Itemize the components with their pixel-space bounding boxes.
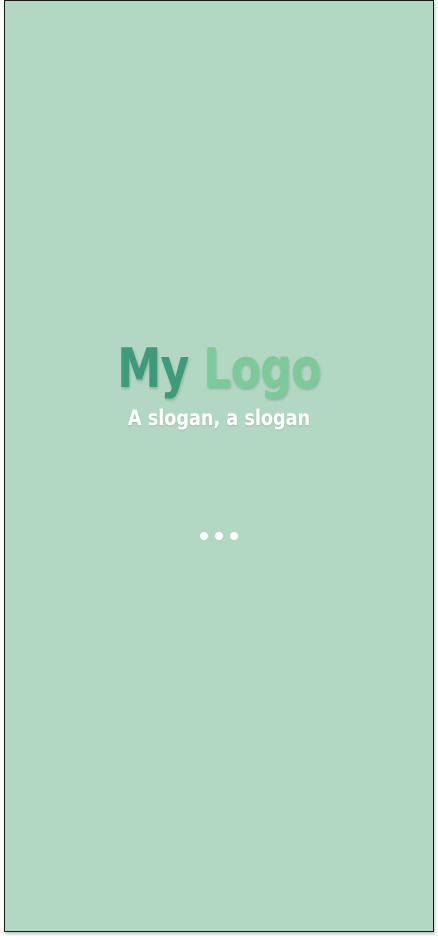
slogan-text: A slogan, a slogan — [127, 406, 311, 430]
loading-dot-2 — [215, 532, 223, 540]
loading-indicator — [5, 532, 433, 540]
loading-dot-1 — [200, 532, 208, 540]
logo-block: My Logo A slogan, a slogan — [5, 333, 433, 431]
loading-dot-3 — [230, 532, 238, 540]
app-logo: My Logo — [44, 333, 395, 405]
device-frame: My Logo A slogan, a slogan — [4, 0, 434, 932]
logo-word-logo: Logo — [203, 337, 321, 400]
splash-screen: My Logo A slogan, a slogan — [5, 1, 433, 931]
logo-word-my: My — [117, 337, 189, 400]
